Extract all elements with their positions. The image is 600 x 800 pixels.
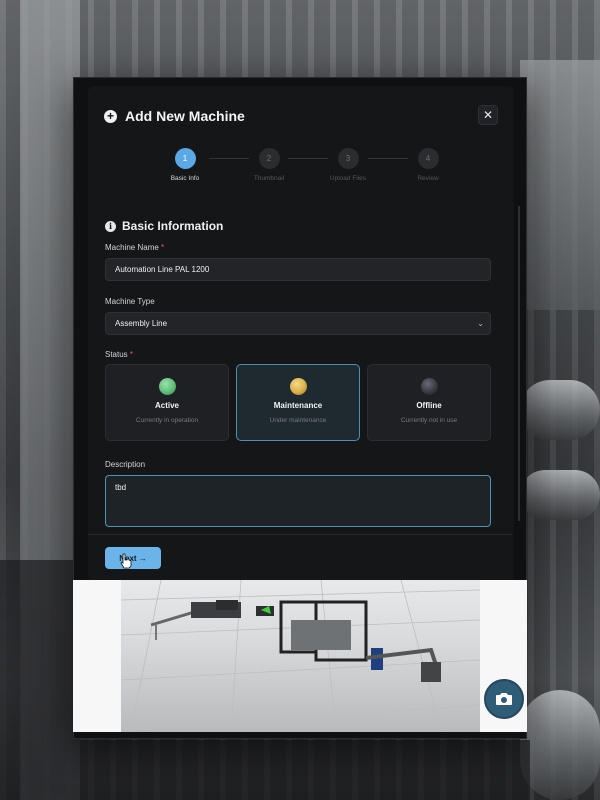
background-roller: [520, 690, 600, 800]
status-option-offline[interactable]: Offline Currently not in use: [367, 364, 491, 441]
machine-name-field[interactable]: Automation Line PAL 1200: [105, 258, 491, 281]
required-mark: *: [161, 243, 165, 252]
viewer-side-panel: [73, 580, 121, 732]
machine-type-value: Assembly Line: [115, 319, 168, 328]
machine-type-select[interactable]: Assembly Line ⌄: [105, 312, 491, 335]
status-option-maintenance[interactable]: Maintenance Under maintenance: [236, 364, 360, 441]
status-description: Currently in operation: [135, 417, 199, 424]
step-basic-info[interactable]: 1 Basic Info: [155, 148, 215, 182]
step-upload-files[interactable]: 3 Upload Files: [318, 148, 378, 182]
footer-divider: [88, 534, 512, 535]
section-title-text: Basic Information: [122, 219, 224, 233]
background-conveyor: [80, 740, 530, 800]
viewer-scene[interactable]: [120, 580, 481, 732]
status-option-active[interactable]: Active Currently in operation: [105, 364, 229, 441]
status-label: Status *: [105, 350, 133, 359]
status-active-dot: [158, 378, 176, 395]
screenshot-button[interactable]: [484, 679, 524, 719]
step-number: 1: [174, 148, 196, 169]
section-title: i Basic Information: [105, 219, 223, 233]
camera-icon: [496, 693, 512, 705]
background-roller: [520, 380, 600, 440]
status-offline-dot: [420, 378, 438, 395]
step-number: 2: [258, 148, 280, 169]
background-roller: [520, 470, 600, 520]
info-icon: i: [105, 220, 116, 232]
machine-name-value: Automation Line PAL 1200: [115, 265, 210, 274]
step-label: Thumbnail: [253, 175, 285, 182]
modal-title: Add New Machine: [125, 108, 245, 124]
machine-type-label: Machine Type: [105, 297, 155, 306]
close-button[interactable]: ✕: [478, 105, 498, 125]
step-thumbnail[interactable]: 2 Thumbnail: [239, 148, 299, 182]
status-description: Under maintenance: [269, 417, 327, 424]
hand-pointer-icon: [120, 553, 132, 569]
machine-3d-model: [120, 580, 481, 732]
status-name: Maintenance: [273, 401, 323, 410]
description-value: tbd: [115, 483, 127, 492]
required-mark: *: [129, 350, 134, 359]
status-maintenance-dot: [289, 378, 307, 395]
machine-name-label-text: Machine Name: [105, 243, 159, 252]
description-field[interactable]: tbd: [105, 475, 491, 527]
step-review[interactable]: 4 Review: [398, 148, 458, 182]
background-gears: [0, 560, 80, 800]
plus-circle-icon: +: [104, 109, 117, 123]
3d-model-viewer[interactable]: [73, 580, 527, 732]
status-name: Active: [154, 401, 179, 410]
step-label: Basic Info: [170, 175, 200, 182]
scrollbar[interactable]: [518, 206, 520, 521]
step-label: Upload Files: [329, 175, 367, 182]
close-icon: ✕: [482, 108, 494, 122]
background-machine: [520, 60, 600, 310]
status-name: Offline: [416, 401, 442, 410]
step-label: Review: [417, 175, 439, 182]
stepper: 1 Basic Info 2 Thumbnail 3 Upload Files …: [88, 148, 514, 188]
modal-content: + Add New Machine ✕ 1 Basic Info 2 Thumb…: [88, 86, 520, 581]
step-number: 4: [417, 148, 439, 169]
chevron-down-icon: ⌄: [477, 319, 484, 328]
machine-name-label: Machine Name *: [105, 243, 164, 252]
status-description: Currently not in use: [400, 417, 458, 424]
modal-header: + Add New Machine ✕: [104, 102, 498, 130]
status-label-text: Status: [105, 350, 128, 359]
description-label: Description: [105, 460, 146, 469]
next-button[interactable]: Next →: [105, 547, 161, 569]
step-number: 3: [337, 148, 359, 169]
